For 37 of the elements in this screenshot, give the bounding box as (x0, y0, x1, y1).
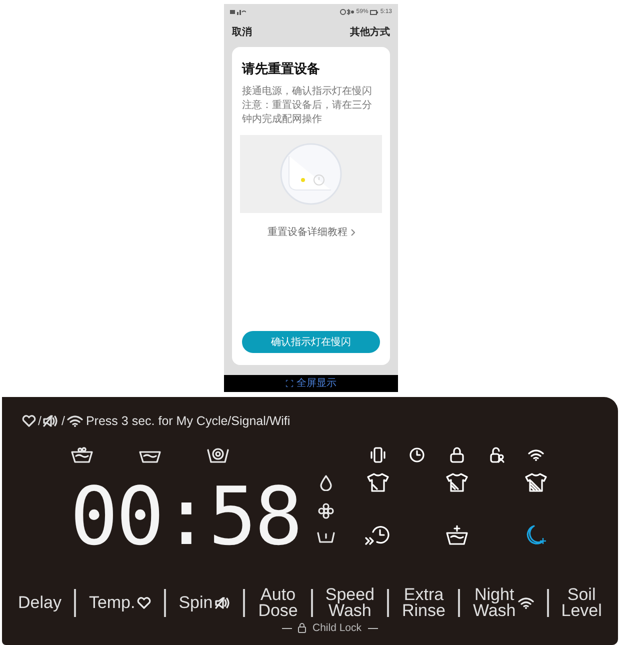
battery-icon (370, 10, 378, 14)
tutorial-link[interactable]: 重置设备详细教程 (268, 225, 348, 240)
wifi-icon (66, 415, 83, 427)
child-lock-icon (298, 623, 306, 634)
panel-button[interactable]: Auto Dose (258, 587, 298, 619)
flower-icon (318, 503, 334, 519)
separator-text: / (38, 414, 42, 428)
other-methods-link[interactable]: 其他方式 (350, 24, 390, 40)
panel-button[interactable]: Extra Rinse (402, 587, 446, 619)
time-display: 00:58 (70, 479, 302, 555)
panel-button[interactable]: Temp. (88, 595, 152, 611)
muted-speaker-icon (214, 597, 231, 609)
child-lock-label: Child Lock (312, 623, 362, 634)
instruction-text: 注意：重置设备后，请在三分钟内完成配网操作 (242, 99, 373, 128)
wifi-icon (518, 597, 534, 609)
chevron-right-icon (350, 229, 354, 236)
instruction-text: 接通电源，确认指示灯在慢闪 (242, 85, 373, 100)
muted-speaker-icon (43, 415, 60, 427)
fullscreen-icon (286, 380, 292, 387)
signal-icon (230, 9, 246, 15)
fullscreen-link[interactable]: 全屏显示 (296, 378, 336, 388)
basin-icon (317, 531, 335, 543)
hint-text: Press 3 sec. for My Cycle/Signal/Wifi (86, 414, 290, 428)
panel-button[interactable]: Night Wash (472, 587, 534, 619)
cancel-link[interactable]: 取消 (232, 24, 252, 40)
panel-button[interactable]: Soil Level (561, 587, 602, 619)
drop-icon (320, 475, 332, 491)
card-title: 请先重置设备 (242, 61, 321, 78)
panel-button[interactable]: Speed Wash (325, 587, 375, 619)
basin-icon (71, 447, 93, 463)
panel-button[interactable]: Delay (18, 595, 62, 611)
status-icons (340, 9, 354, 15)
spin-basin-icon (207, 447, 229, 463)
separator-text: / (61, 414, 65, 428)
heart-icon (137, 597, 152, 609)
heart-icon (22, 415, 36, 427)
panel-button[interactable]: Spin (178, 595, 231, 611)
